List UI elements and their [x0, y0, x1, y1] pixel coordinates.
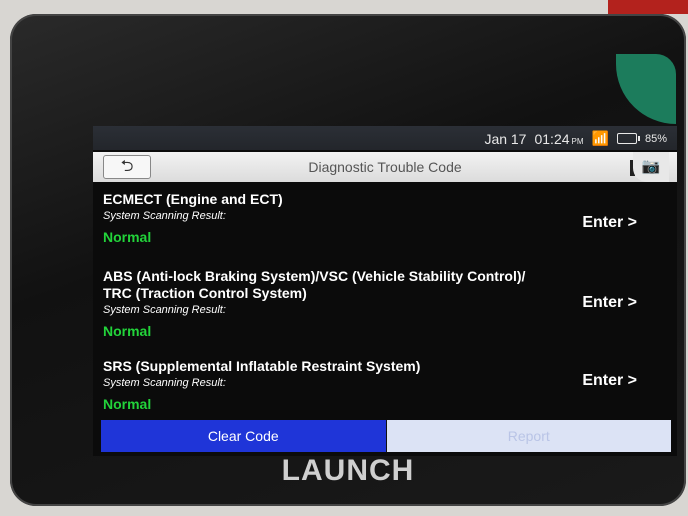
device-brand-logo: LAUNCH [281, 454, 415, 487]
device-corner-accent [616, 54, 676, 124]
camera-icon: 📷 [641, 158, 661, 175]
scan-result-label: System Scanning Result: [103, 304, 226, 316]
system-name-line1: ABS (Anti-lock Braking System)/VSC (Vehi… [103, 268, 526, 284]
system-item-srs: SRS (Supplemental Inflatable Restraint S… [103, 358, 420, 412]
enter-button-abs[interactable]: Enter > [582, 294, 637, 312]
title-bar: ⮌ Diagnostic Trouble Code 📷 [93, 152, 677, 182]
battery-icon [616, 133, 640, 144]
scan-status: Normal [103, 323, 152, 339]
clear-code-button[interactable]: Clear Code [101, 420, 386, 452]
device-bezel: Jan 17 01:24 PM 📶 85% ⮌ Diagnostic Troubl… [10, 14, 686, 506]
action-bar: Clear Code Report [101, 420, 671, 452]
scan-status: Normal [103, 229, 152, 245]
device-screen: Jan 17 01:24 PM 📶 85% ⮌ Diagnostic Troubl… [93, 126, 677, 456]
scan-result-label: System Scanning Result: [103, 210, 226, 222]
status-bar: Jan 17 01:24 PM 📶 85% [93, 126, 677, 150]
scan-result-label: System Scanning Result: [103, 377, 226, 389]
wifi-icon: 📶 [591, 130, 609, 146]
system-name-line2: TRC (Traction Control System) [103, 285, 307, 301]
scan-status: Normal [103, 396, 152, 412]
system-item-ecmect: ECMECT (Engine and ECT) System Scanning … [103, 191, 283, 245]
device-case-edge [608, 0, 688, 14]
status-date: Jan 17 [484, 130, 527, 147]
report-button[interactable]: Report [385, 420, 671, 452]
battery-percent: 85% [644, 132, 667, 145]
system-name: SRS (Supplemental Inflatable Restraint S… [103, 358, 421, 374]
screenshot-button[interactable]: 📷 [633, 152, 669, 182]
status-clock: 01:24 PM [534, 130, 584, 147]
system-item-abs: ABS (Anti-lock Braking System)/VSC (Vehi… [103, 268, 525, 339]
page-title: Diagnostic Trouble Code [308, 159, 462, 175]
enter-button-ecmect[interactable]: Enter > [582, 214, 637, 232]
enter-button-srs[interactable]: Enter > [582, 372, 637, 390]
system-name: ECMECT (Engine and ECT) [103, 191, 283, 207]
